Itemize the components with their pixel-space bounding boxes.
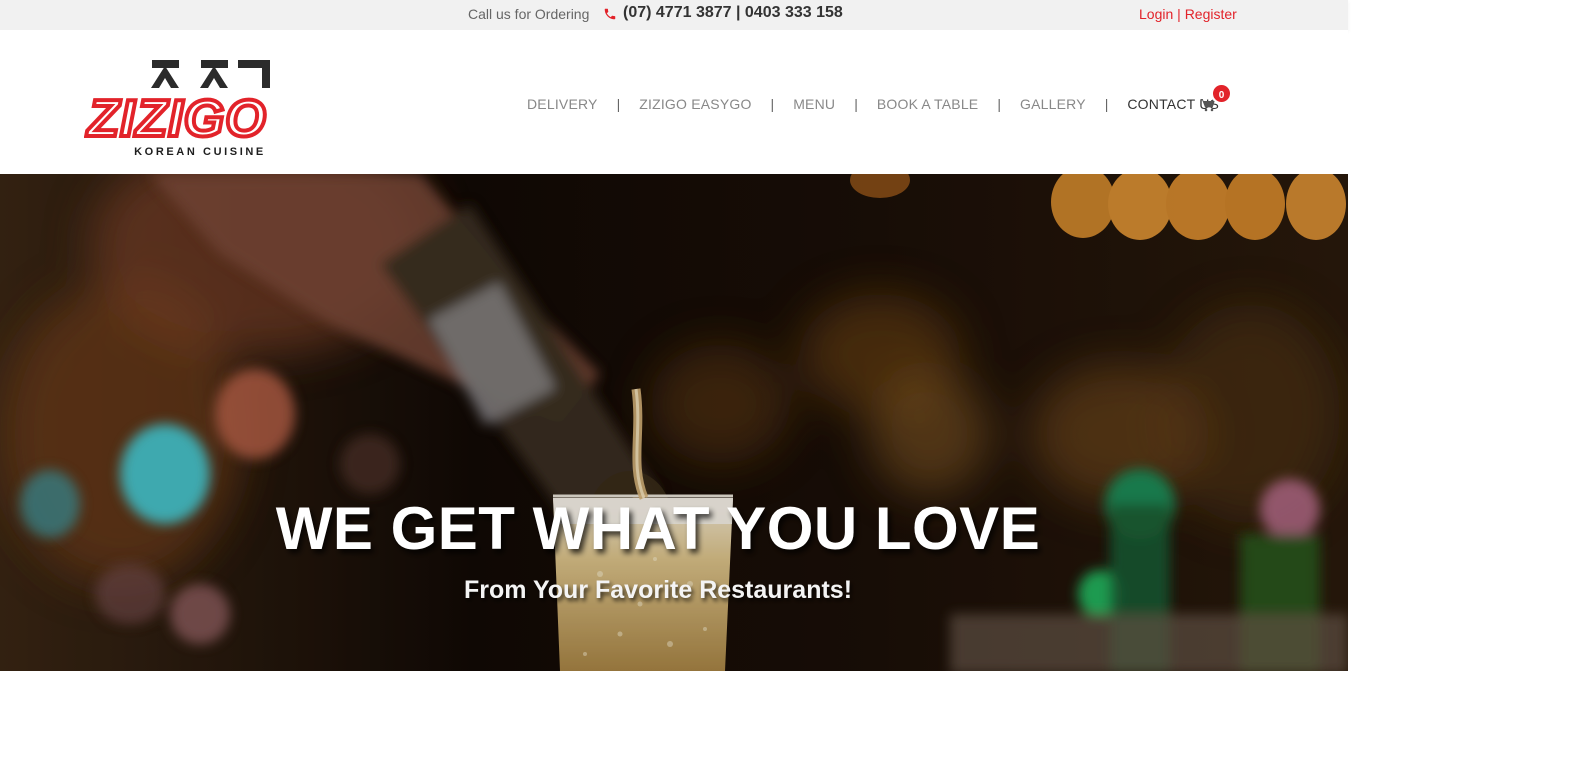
call-label: Call us for Ordering [468,6,590,22]
phone-icon [604,8,616,20]
nav-separator: | [1104,96,1109,112]
logo[interactable]: ZIZIGO ZIZIGO KOREAN CUISINE [84,58,274,158]
auth-links: Login | Register [1139,6,1237,22]
nav-delivery[interactable]: DELIVERY [527,96,598,112]
phone-numbers[interactable]: (07) 4771 3877 | 0403 333 158 [623,4,843,22]
hero-title: WE GET WHAT YOU LOVE [275,495,1041,562]
top-bar: Call us for Ordering (07) 4771 3877 | 04… [0,0,1348,30]
auth-divider: | [1177,6,1181,22]
site-header: ZIZIGO ZIZIGO KOREAN CUISINE DELIVERY | … [0,30,1348,174]
nav-gallery[interactable]: GALLERY [1020,96,1086,112]
nav-zizigo-easygo[interactable]: ZIZIGO EASYGO [639,96,751,112]
hero-banner: WE GET WHAT YOU LOVE From Your Favorite … [0,174,1348,671]
nav-separator: | [616,96,621,112]
main-nav: DELIVERY | ZIZIGO EASYGO | MENU | BOOK A… [527,96,1219,112]
register-link[interactable]: Register [1185,6,1237,22]
page: Call us for Ordering (07) 4771 3877 | 04… [0,0,1348,782]
hero-subtitle: From Your Favorite Restaurants! [463,576,853,604]
login-link[interactable]: Login [1139,6,1173,22]
svg-text:KOREAN CUISINE: KOREAN CUISINE [134,146,266,158]
nav-separator: | [770,96,775,112]
nav-book-a-table[interactable]: BOOK A TABLE [877,96,979,112]
cart-count-badge: 0 [1211,83,1232,104]
nav-menu[interactable]: MENU [793,96,835,112]
nav-separator: | [854,96,858,112]
nav-separator: | [997,96,1001,112]
